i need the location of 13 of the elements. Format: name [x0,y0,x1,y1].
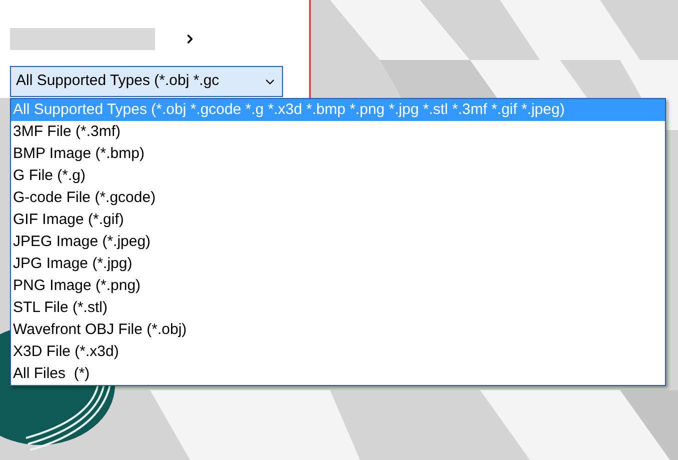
dropdown-option[interactable]: JPG Image (*.jpg) [11,253,665,275]
dropdown-option[interactable]: STL File (*.stl) [11,297,665,319]
dropdown-option[interactable]: PNG Image (*.png) [11,275,665,297]
file-type-dropdown[interactable]: All Supported Types (*.obj *.gc [10,66,283,97]
dropdown-option[interactable]: BMP Image (*.bmp) [11,143,665,165]
dropdown-option[interactable]: G-code File (*.gcode) [11,187,665,209]
dropdown-option[interactable]: All Files (*) [11,363,665,385]
dropdown-option[interactable]: Wavefront OBJ File (*.obj) [11,319,665,341]
dropdown-option[interactable]: X3D File (*.x3d) [11,341,665,363]
dropdown-option[interactable]: JPEG Image (*.jpeg) [11,231,665,253]
dropdown-option[interactable]: 3MF File (*.3mf) [11,121,665,143]
dropdown-option[interactable]: G File (*.g) [11,165,665,187]
dropdown-option[interactable]: GIF Image (*.gif) [11,209,665,231]
